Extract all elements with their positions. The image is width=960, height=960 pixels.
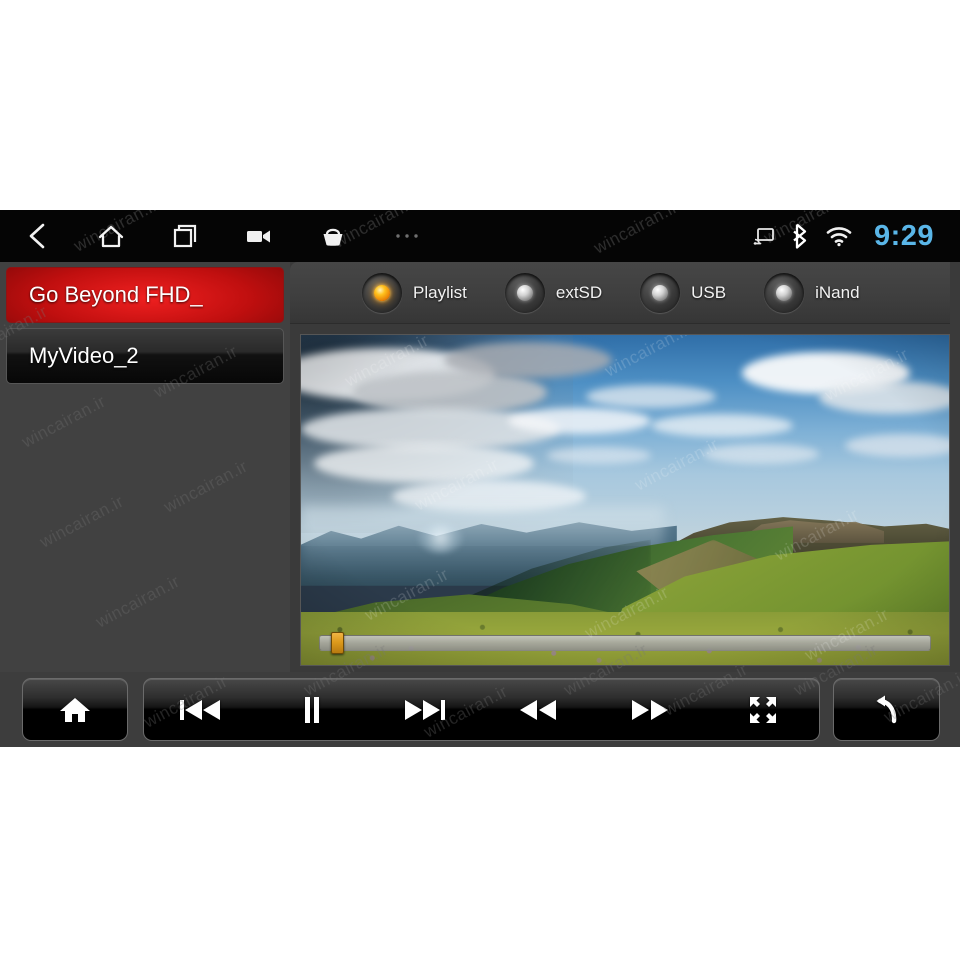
android-status-bar: 9:29	[0, 210, 960, 262]
pause-button[interactable]	[274, 679, 352, 740]
cloud	[586, 384, 716, 408]
cloud	[443, 341, 613, 378]
back-icon[interactable]	[0, 210, 74, 262]
status-bar-clock: 9:29	[873, 219, 934, 252]
home-icon[interactable]	[74, 210, 148, 262]
source-option-playlist[interactable]: Playlist	[362, 272, 467, 313]
screenshot-canvas: 9:29 Go Beyond FHD_ MyVideo_2 wincairan.…	[0, 0, 960, 960]
list-item[interactable]: Go Beyond FHD_	[6, 267, 284, 323]
led-indicator-off	[652, 284, 669, 301]
source-option-extsd[interactable]: extSD	[504, 272, 603, 313]
player-app-body: Go Beyond FHD_ MyVideo_2 wincairan.ir wi…	[0, 262, 960, 747]
watermark: wincairan.ir	[18, 391, 109, 452]
lens-flare	[417, 523, 463, 553]
watermark: wincairan.ir	[36, 491, 127, 552]
cloud	[508, 407, 651, 434]
cloud	[702, 443, 820, 464]
overflow-icon[interactable]	[370, 210, 444, 262]
video-camera-icon[interactable]	[222, 210, 296, 262]
watermark: wincairan.ir	[160, 456, 251, 517]
radio-knob-icon	[362, 272, 402, 313]
fast-forward-button[interactable]	[611, 679, 689, 740]
rewind-button[interactable]	[499, 679, 577, 740]
return-panel	[833, 678, 940, 741]
radio-knob-icon	[764, 272, 805, 313]
playlist-item-label: MyVideo_2	[29, 343, 139, 368]
source-option-usb[interactable]: USB	[640, 272, 727, 313]
watermark: wincairan.ir	[92, 571, 183, 632]
radio-knob-icon	[640, 272, 681, 313]
next-track-button[interactable]	[386, 679, 464, 740]
source-option-label: USB	[691, 282, 727, 302]
seek-thumb-handle[interactable]	[331, 632, 345, 654]
fullscreen-button[interactable]	[724, 679, 802, 740]
source-option-label: Playlist	[413, 282, 467, 302]
radio-knob-icon	[504, 272, 545, 313]
source-selector-bar: Playlist extSD USB iNand	[290, 262, 950, 324]
video-seek-bar[interactable]	[319, 632, 931, 654]
wifi-icon	[825, 225, 853, 247]
home-button[interactable]	[36, 679, 114, 740]
transport-control-bar	[0, 672, 960, 747]
cast-icon	[753, 226, 775, 246]
recents-icon[interactable]	[148, 210, 222, 262]
playback-controls-panel	[143, 678, 820, 741]
playlist-sidebar: Go Beyond FHD_ MyVideo_2 wincairan.ir wi…	[0, 262, 290, 672]
return-button[interactable]	[848, 679, 926, 740]
led-indicator-off	[516, 284, 533, 301]
bluetooth-icon	[790, 223, 810, 249]
nav-icon-group	[0, 210, 444, 262]
video-frame: wincairan.ir wincairan.ir wincairan.ir w…	[300, 334, 950, 666]
cloud	[547, 447, 651, 464]
seek-track[interactable]	[319, 635, 931, 651]
source-option-label: extSD	[555, 282, 603, 302]
playlist-item-label: Go Beyond FHD_	[29, 282, 203, 307]
list-item[interactable]: MyVideo_2	[6, 328, 284, 384]
status-indicator-group: 9:29	[753, 210, 960, 262]
source-option-label: iNand	[815, 282, 860, 302]
home-panel	[22, 678, 128, 741]
source-option-inand[interactable]: iNand	[764, 272, 860, 313]
video-surface[interactable]: wincairan.ir wincairan.ir wincairan.ir w…	[301, 335, 949, 665]
basket-icon[interactable]	[296, 210, 370, 262]
previous-track-button[interactable]	[161, 679, 239, 740]
led-indicator-on	[374, 284, 390, 301]
player-content-panel: Playlist extSD USB iNand wincairan.ir	[290, 262, 960, 672]
led-indicator-off	[776, 284, 793, 301]
device-screen: 9:29 Go Beyond FHD_ MyVideo_2 wincairan.…	[0, 210, 960, 747]
